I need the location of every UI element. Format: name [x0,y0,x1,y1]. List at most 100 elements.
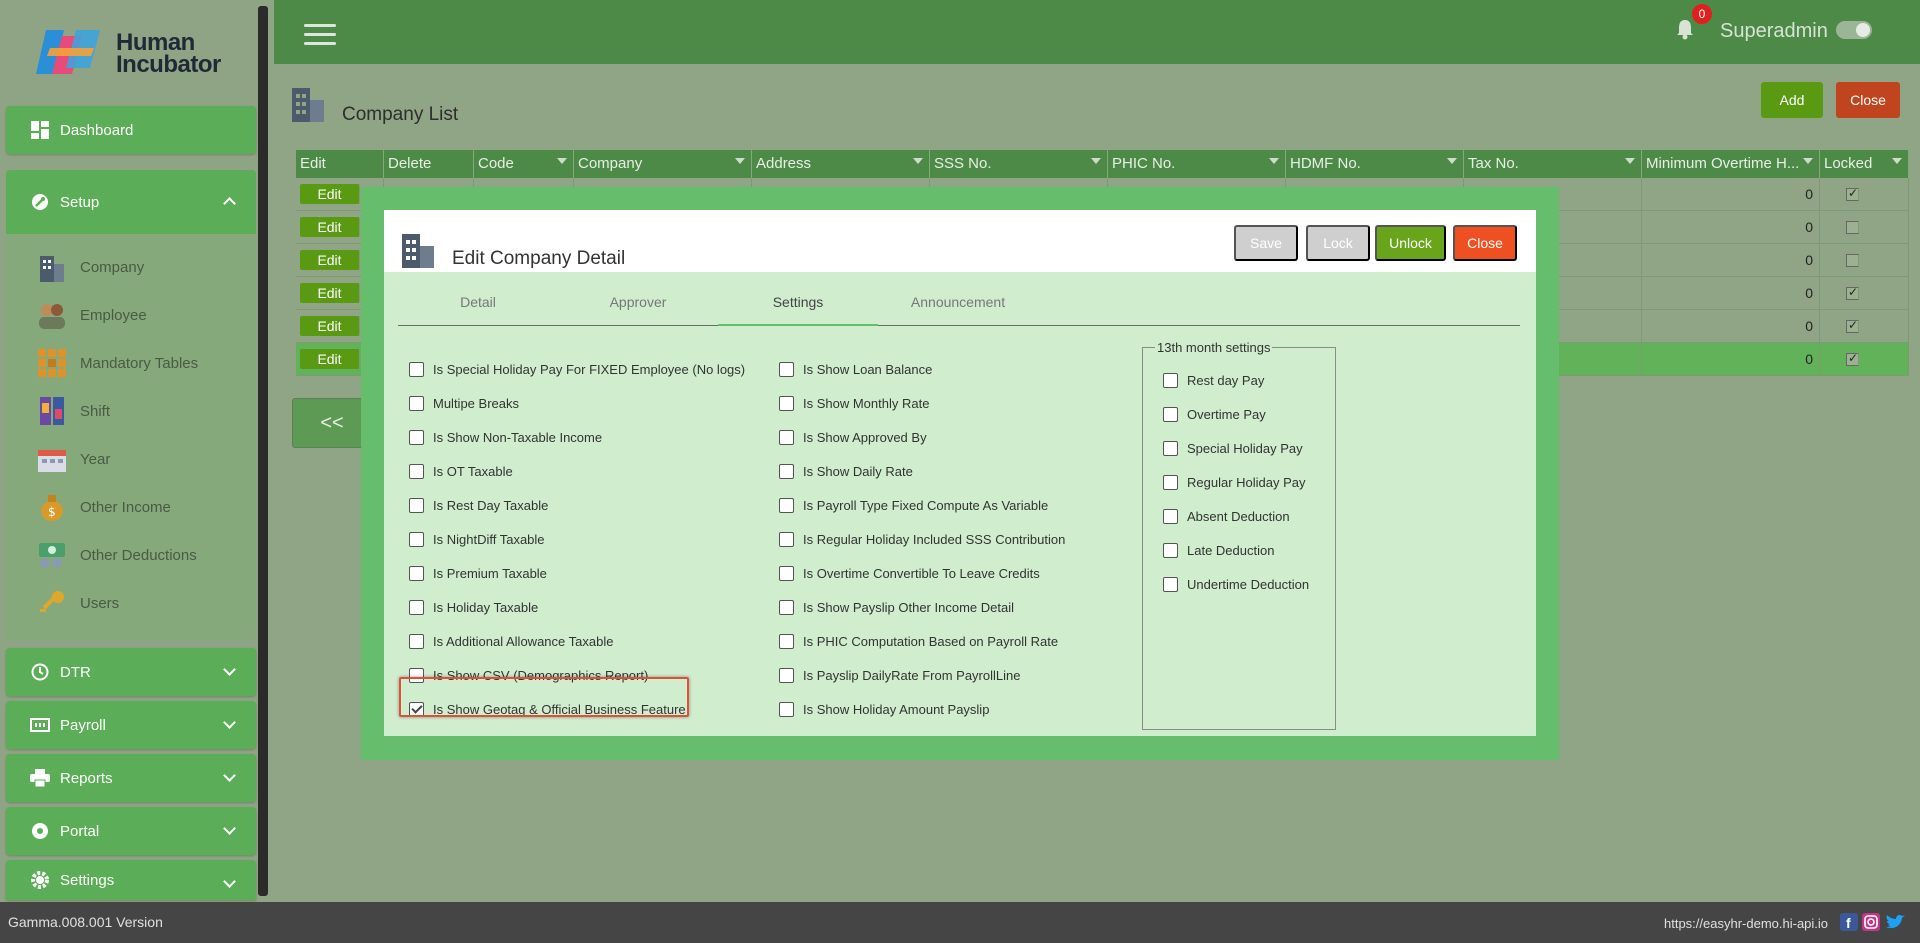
setting-option[interactable]: Is Rest Day Taxable [409,495,548,515]
checkbox[interactable] [779,497,794,513]
col-company[interactable]: Company [574,150,752,178]
col-delete[interactable]: Delete [384,150,474,178]
filter-icon[interactable] [1091,158,1101,164]
checkbox[interactable] [779,565,794,581]
submenu-other-income[interactable]: $ Other Income [36,492,171,522]
add-button[interactable]: Add [1761,82,1823,118]
locked-checkbox[interactable] [1846,254,1859,267]
setting-option[interactable]: Is Show Monthly Rate [779,393,929,413]
setting-option[interactable]: Is Payslip DailyRate From PayrollLine [779,665,1020,685]
sidebar-item-portal[interactable]: Portal [6,807,256,855]
tab-settings[interactable]: Settings [718,288,878,326]
checkbox[interactable] [409,429,424,445]
setting-option[interactable]: Is Special Holiday Pay For FIXED Employe… [409,359,745,379]
filter-icon[interactable] [913,158,923,164]
close-button[interactable]: Close [1836,82,1900,118]
submenu-employee[interactable]: Employee [36,300,147,330]
footer-url[interactable]: https://easyhr-demo.hi-api.io [1664,916,1828,931]
pager-prev-button[interactable]: << [292,398,372,448]
setting-option[interactable]: Special Holiday Pay [1163,438,1303,458]
checkbox[interactable] [409,497,424,513]
filter-icon[interactable] [735,158,745,164]
locked-checkbox[interactable] [1846,186,1859,201]
sidebar-item-settings[interactable]: Settings [6,860,256,900]
setting-option[interactable]: Is PHIC Computation Based on Payroll Rat… [779,631,1058,651]
col-hdmf[interactable]: HDMF No. [1286,150,1464,178]
brand-logo[interactable]: Human Incubator [36,26,236,86]
col-locked[interactable]: Locked [1820,150,1909,178]
twitter-icon[interactable] [1884,913,1905,931]
setting-option[interactable]: Is Overtime Convertible To Leave Credits [779,563,1040,583]
submenu-shift[interactable]: Shift [36,396,110,426]
save-button[interactable]: Save [1234,225,1298,261]
submenu-users[interactable]: Users [36,588,119,618]
setting-option[interactable]: Multipe Breaks [409,393,519,413]
user-name[interactable]: Superadmin [1720,20,1828,43]
checkbox[interactable] [779,667,794,683]
submenu-company[interactable]: Company [36,252,144,282]
checkbox[interactable] [1163,542,1178,558]
filter-icon[interactable] [1269,158,1279,164]
setting-option[interactable]: Is Show Approved By [779,427,927,447]
checkbox[interactable] [779,701,794,717]
locked-checkbox[interactable] [1846,351,1859,366]
filter-icon[interactable] [1803,158,1813,164]
checkbox[interactable] [779,429,794,445]
instagram-icon[interactable] [1862,913,1880,931]
setting-option[interactable]: Is NightDiff Taxable [409,529,545,549]
checkbox[interactable] [409,395,424,411]
sidebar-item-dtr[interactable]: DTR [6,648,256,696]
checkbox[interactable] [1163,440,1178,456]
col-tax[interactable]: Tax No. [1464,150,1642,178]
checkbox[interactable] [779,531,794,547]
setting-option[interactable]: Is Show Loan Balance [779,359,932,379]
checkbox[interactable] [779,633,794,649]
setting-option[interactable]: Undertime Deduction [1163,574,1309,594]
setting-option[interactable]: Is Show Daily Rate [779,461,913,481]
checkbox[interactable] [409,565,424,581]
setting-option[interactable]: Is OT Taxable [409,461,513,481]
submenu-other-deductions[interactable]: Other Deductions [36,540,197,570]
locked-checkbox[interactable] [1846,221,1859,234]
bell-icon[interactable] [1676,18,1694,40]
checkbox[interactable] [779,395,794,411]
filter-icon[interactable] [1625,158,1635,164]
checkbox[interactable] [409,361,424,377]
row-edit-button[interactable]: Edit [300,283,360,303]
col-min-ot[interactable]: Minimum Overtime H... [1642,150,1820,178]
sidebar-item-setup[interactable]: Setup [6,178,256,226]
theme-toggle[interactable] [1836,21,1872,39]
tab-detail[interactable]: Detail [398,288,558,326]
sidebar-item-dashboard[interactable]: Dashboard [6,106,256,154]
filter-icon[interactable] [557,158,567,164]
locked-checkbox[interactable] [1846,318,1859,333]
unlock-button[interactable]: Unlock [1375,225,1446,261]
row-edit-button[interactable]: Edit [300,349,360,369]
filter-icon[interactable] [1892,158,1902,164]
sidebar-item-payroll[interactable]: Payroll [6,701,256,749]
tab-approver[interactable]: Approver [558,288,718,326]
col-sss[interactable]: SSS No. [930,150,1108,178]
sidebar-scrollbar[interactable] [258,6,268,896]
setting-option[interactable]: Is Regular Holiday Included SSS Contribu… [779,529,1065,549]
checkbox[interactable] [779,463,794,479]
col-address[interactable]: Address [752,150,930,178]
filter-icon[interactable] [1447,158,1457,164]
setting-option[interactable]: Is Show Payslip Other Income Detail [779,597,1014,617]
setting-option[interactable]: Is Holiday Taxable [409,597,538,617]
checkbox[interactable] [779,361,794,377]
checkbox[interactable] [779,599,794,615]
facebook-icon[interactable]: f [1840,913,1858,931]
locked-checkbox[interactable] [1846,285,1859,300]
setting-option[interactable]: Is Premium Taxable [409,563,547,583]
setting-option[interactable]: Late Deduction [1163,540,1274,560]
row-edit-button[interactable]: Edit [300,184,360,204]
setting-option[interactable]: Overtime Pay [1163,404,1266,424]
checkbox[interactable] [1163,576,1178,592]
col-phic[interactable]: PHIC No. [1108,150,1286,178]
setting-option[interactable]: Is Show Non-Taxable Income [409,427,602,447]
checkbox[interactable] [409,531,424,547]
lock-button[interactable]: Lock [1306,225,1370,261]
submenu-year[interactable]: Year [36,444,110,474]
checkbox[interactable] [1163,508,1178,524]
